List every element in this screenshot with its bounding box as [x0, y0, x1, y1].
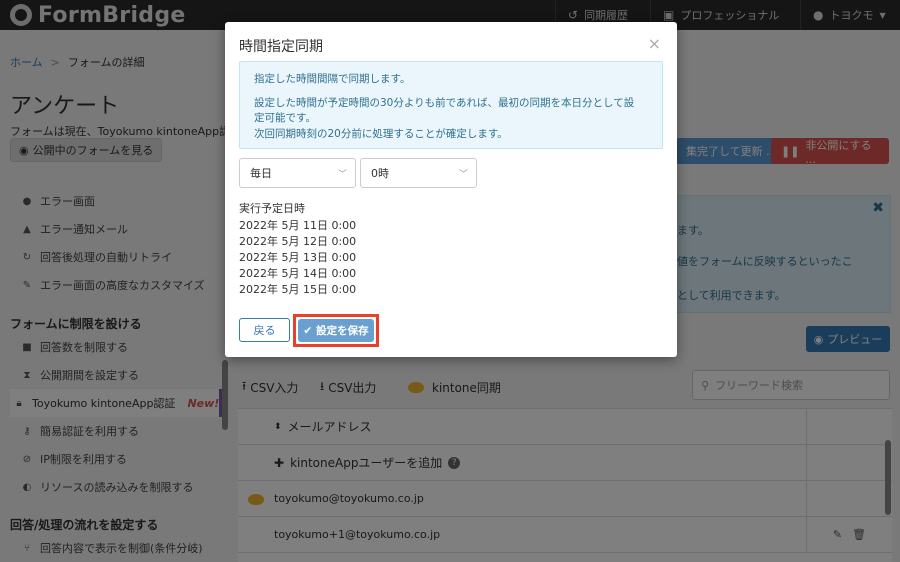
- scheduled-datetime-label: 実行予定日時: [239, 202, 305, 215]
- scheduled-datetime: 2022年 5月 15日 0:00: [239, 283, 357, 296]
- scheduled-datetime: 2022年 5月 14日 0:00: [239, 267, 357, 280]
- hour-select[interactable]: 0時 ﹀: [360, 158, 477, 188]
- frequency-value: 毎日: [250, 167, 272, 180]
- notice-line: 設定した時間が予定時間の30分よりも前であれば、最初の同期を本日分として設: [254, 97, 635, 109]
- hour-value: 0時: [371, 167, 389, 180]
- back-button[interactable]: 戻る: [239, 318, 290, 342]
- save-settings-label: 設定を保存: [316, 325, 369, 337]
- close-icon[interactable]: ×: [648, 34, 661, 53]
- scheduled-datetime: 2022年 5月 12日 0:00: [239, 235, 357, 248]
- frequency-select[interactable]: 毎日 ﹀: [239, 158, 356, 188]
- notice-line: 定可能です。: [254, 112, 316, 124]
- save-settings-button[interactable]: ✔ 設定を保存: [298, 319, 374, 342]
- sync-notice: 指定した時間間隔で同期します。 設定した時間が予定時間の30分よりも前であれば、…: [239, 61, 663, 149]
- chevron-down-icon: ﹀: [458, 170, 468, 180]
- notice-line: 次回同期時刻の20分前に処理することが確定します。: [254, 128, 508, 140]
- notice-line: 指定した時間間隔で同期します。: [254, 73, 411, 85]
- scheduled-datetime: 2022年 5月 11日 0:00: [239, 219, 357, 232]
- scheduled-datetime-list: 2022年 5月 11日 0:00 2022年 5月 12日 0:00 2022…: [239, 218, 356, 298]
- chevron-down-icon: ﹀: [337, 170, 347, 180]
- scheduled-datetime: 2022年 5月 13日 0:00: [239, 251, 357, 264]
- scheduled-sync-dialog: 時間指定同期 × 指定した時間間隔で同期します。 設定した時間が予定時間の30分…: [225, 22, 677, 357]
- dialog-title: 時間指定同期: [239, 39, 323, 55]
- check-icon: ✔: [303, 324, 313, 337]
